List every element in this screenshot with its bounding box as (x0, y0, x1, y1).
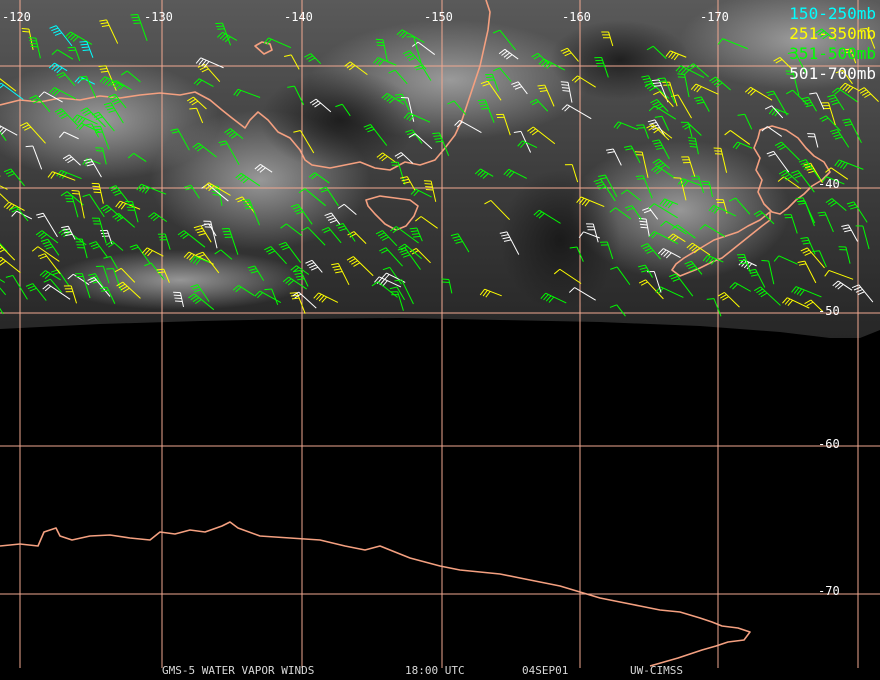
longitude-label: -130 (144, 10, 173, 24)
legend-entry-251-350mb: 251-350mb (789, 24, 876, 43)
longitude-label: -120 (2, 10, 31, 24)
longitude-label: -150 (424, 10, 453, 24)
longitude-label: -160 (562, 10, 591, 24)
longitude-label: -140 (284, 10, 313, 24)
latitude-label: -60 (818, 437, 840, 451)
footer-source: UW-CIMSS (630, 664, 683, 677)
footer-date: 04SEP01 (522, 664, 569, 677)
water-vapor-imagery (0, 0, 880, 338)
satellite-wind-map: -120 -130 -140 -150 -160 -170 -40 -50 -6… (0, 0, 880, 680)
map-canvas (0, 0, 880, 668)
latitude-label: -50 (818, 304, 840, 318)
longitude-label: -170 (700, 10, 729, 24)
latitude-label: -40 (818, 177, 840, 191)
footer-time: 18:00 UTC (405, 664, 465, 677)
latitude-label: -70 (818, 584, 840, 598)
legend-entry-501-700mb: 501-700mb (789, 64, 876, 83)
map-footer: GMS-5 WATER VAPOR WINDS 18:00 UTC 04SEP0… (0, 664, 880, 678)
pressure-legend: 150-250mb 251-350mb 351-500mb 501-700mb (789, 4, 876, 84)
footer-product: GMS-5 WATER VAPOR WINDS (162, 664, 315, 677)
legend-entry-150-250mb: 150-250mb (789, 4, 876, 23)
legend-entry-351-500mb: 351-500mb (789, 44, 876, 63)
